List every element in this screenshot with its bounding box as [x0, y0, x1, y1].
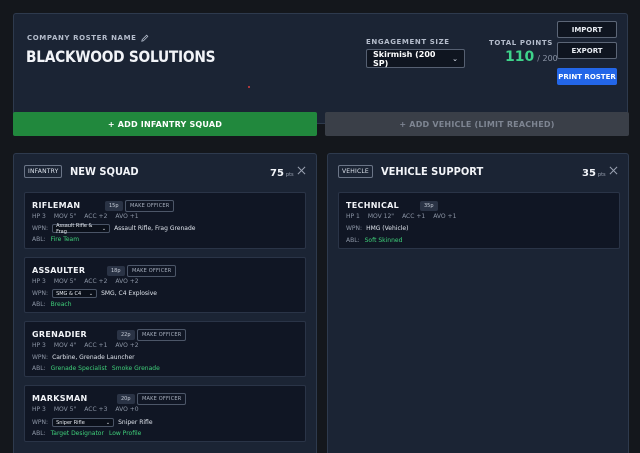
pencil-icon[interactable]: [140, 34, 149, 42]
engagement-size-select[interactable]: Skirmish (200 SP) ⌄: [366, 49, 465, 68]
unit-name: ASSAULTER: [32, 266, 86, 275]
weapon-select[interactable]: Assault Rifle & Frag ⌄: [52, 223, 111, 235]
close-icon[interactable]: [609, 166, 618, 175]
unit-card-marksman: MARKSMAN 20p MAKE OFFICER HP 3 MOV 5" ACC …: [24, 385, 306, 442]
weapon-row: WPN: Sniper Rifle ⌄ Sniper Rifle: [32, 418, 153, 427]
chevron-down-icon: ⌄: [105, 419, 111, 426]
unit-card-grenadier: GRENADIER 22p MAKE OFFICER HP 3 MOV 4" ACC…: [24, 321, 306, 377]
unit-stats: HP 3 MOV 5" ACC +2 AVO +2: [32, 278, 139, 285]
unit-name: RIFLEMAN: [32, 201, 81, 210]
vehicle-header: VEHICLE VEHICLE SUPPORT: [338, 165, 494, 178]
total-points-value: 110 / 200: [505, 49, 558, 65]
ability-row: ABL: Grenade Specialist Smoke Grenade: [32, 365, 160, 372]
ability-row: ABL: Soft Skinned: [346, 237, 403, 244]
make-officer-button[interactable]: MAKE OFFICER: [137, 329, 187, 341]
unit-cost-badge: 18p: [107, 266, 125, 276]
ability-tag: Breach: [50, 301, 72, 308]
unit-name: MARKSMAN: [32, 394, 88, 403]
weapon-list: HMG (Vehicle): [366, 225, 409, 232]
unit-cost-badge: 15p: [105, 201, 123, 211]
total-points-label: TOTAL POINTS: [489, 39, 553, 47]
ability-tag: Soft Skinned: [364, 237, 403, 244]
weapon-select[interactable]: Sniper Rifle ⌄: [52, 418, 115, 427]
ability-tag: Target Designator: [50, 430, 104, 437]
unit-name: GRENADIER: [32, 330, 88, 339]
unit-stats: HP 3 MOV 4" ACC +1 AVO +2: [32, 342, 139, 349]
vehicle-title: VEHICLE SUPPORT: [380, 165, 484, 178]
import-button[interactable]: IMPORT: [557, 21, 617, 38]
weapon-row: WPN: Assault Rifle & Frag ⌄ Assault Rifle…: [32, 222, 196, 235]
squad-points: 75 pts: [270, 168, 294, 179]
ability-tag: Fire Team: [50, 236, 80, 243]
weapon-list: SMG, C4 Explosive: [101, 290, 157, 297]
infantry-tag: INFANTRY: [24, 165, 63, 178]
squad-title[interactable]: NEW SQUAD: [70, 165, 139, 178]
weapon-list: Assault Rifle, Frag Grenade: [114, 225, 196, 232]
vehicle-points: 35 pts: [582, 168, 606, 179]
ability-row: ABL: Target Designator Low Profile: [32, 430, 142, 437]
ability-row: ABL: Breach: [32, 301, 72, 308]
vehicle-support-panel: VEHICLE VEHICLE SUPPORT 35 pts TECHNICAL…: [327, 153, 629, 453]
weapon-row: WPN: HMG (Vehicle): [346, 225, 409, 232]
make-officer-button[interactable]: MAKE OFFICER: [127, 265, 177, 277]
roster-name-label: COMPANY ROSTER NAME: [27, 34, 149, 42]
squad-header: INFANTRY NEW SQUAD: [24, 165, 147, 178]
unit-cost-badge: 20p: [117, 394, 135, 404]
add-vehicle-button: + ADD VEHICLE (LIMIT REACHED): [325, 112, 629, 136]
chevron-down-icon: ⌄: [88, 290, 94, 297]
ability-row: ABL: Fire Team: [32, 236, 80, 243]
red-dot: [248, 86, 250, 88]
max-points: / 200: [537, 54, 558, 63]
unit-name: TECHNICAL: [346, 201, 400, 210]
unit-card-rifleman: RIFLEMAN 15p MAKE OFFICER HP 3 MOV 5" ACC …: [24, 192, 306, 249]
unit-cost-badge: 22p: [117, 330, 135, 340]
ability-tag: Low Profile: [108, 430, 142, 437]
unit-cost-badge: 35p: [420, 201, 438, 211]
roster-header: COMPANY ROSTER NAME BLACKWOOD SOLUTIONS …: [13, 13, 628, 124]
unit-card-technical: TECHNICAL 35p HP 1 MOV 12" ACC +1 AVO +1 WP…: [338, 192, 620, 249]
export-button[interactable]: EXPORT: [557, 42, 617, 59]
unit-card-assaulter: ASSAULTER 18p MAKE OFFICER HP 3 MOV 5" ACC…: [24, 257, 306, 313]
ability-tag: Grenade Specialist: [50, 365, 107, 372]
make-officer-button[interactable]: MAKE OFFICER: [137, 393, 187, 405]
chevron-down-icon: ⌄: [101, 225, 107, 232]
weapon-select[interactable]: SMG & C4 ⌄: [52, 289, 98, 298]
print-roster-button[interactable]: PRINT ROSTER: [557, 68, 617, 85]
weapon-list: Carbine, Grenade Launcher: [52, 354, 135, 361]
vehicle-tag: VEHICLE: [338, 165, 373, 178]
engagement-size-label: ENGAGEMENT SIZE: [366, 38, 450, 46]
unit-stats: HP 3 MOV 5" ACC +3 AVO +0: [32, 406, 139, 413]
total-points-number: 110: [505, 49, 535, 65]
unit-stats: HP 1 MOV 12" ACC +1 AVO +1: [346, 213, 457, 220]
make-officer-button[interactable]: MAKE OFFICER: [125, 200, 175, 212]
weapon-row: WPN: SMG & C4 ⌄ SMG, C4 Explosive: [32, 289, 157, 298]
unit-stats: HP 3 MOV 5" ACC +2 AVO +1: [32, 213, 139, 220]
infantry-squad-panel: INFANTRY NEW SQUAD 75 pts RIFLEMAN 15p M…: [13, 153, 317, 453]
close-icon[interactable]: [297, 166, 306, 175]
weapon-list: Sniper Rifle: [118, 419, 153, 426]
add-infantry-squad-button[interactable]: + ADD INFANTRY SQUAD: [13, 112, 317, 136]
ability-tag: Smoke Grenade: [111, 365, 160, 372]
chevron-down-icon: ⌄: [452, 54, 458, 63]
company-name[interactable]: BLACKWOOD SOLUTIONS: [26, 47, 215, 66]
weapon-row: WPN: Carbine, Grenade Launcher: [32, 354, 135, 361]
